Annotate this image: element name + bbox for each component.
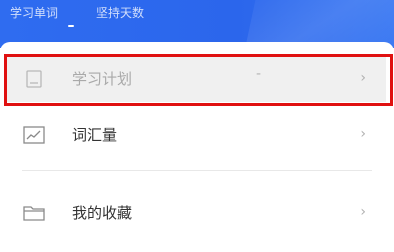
chevron-right-icon: › [360,70,366,86]
menu-item-study-plan[interactable]: 学习计划 - › [6,56,386,102]
folder-icon [23,204,45,222]
stats-header: 学习单词 坚持天数 [0,0,394,48]
tab-persist-days[interactable]: 坚持天数 [96,4,144,21]
chevron-right-icon: › [360,126,366,142]
header-decoration [246,0,394,48]
study-plan-label: 学习计划 [72,70,133,88]
menu-divider [22,170,372,171]
menu-item-favorites[interactable]: 我的收藏 › [6,190,386,236]
menu-item-vocabulary[interactable]: 词汇量 › [6,112,386,158]
chart-line-icon [23,126,45,144]
chevron-right-icon: › [360,204,366,220]
vocabulary-label: 词汇量 [72,126,118,144]
book-icon [23,70,45,88]
tab-study-words[interactable]: 学习单词 [10,4,58,21]
favorites-label: 我的收藏 [72,204,133,222]
tab-underline-indicator [68,25,74,27]
study-plan-value: - [256,66,262,82]
